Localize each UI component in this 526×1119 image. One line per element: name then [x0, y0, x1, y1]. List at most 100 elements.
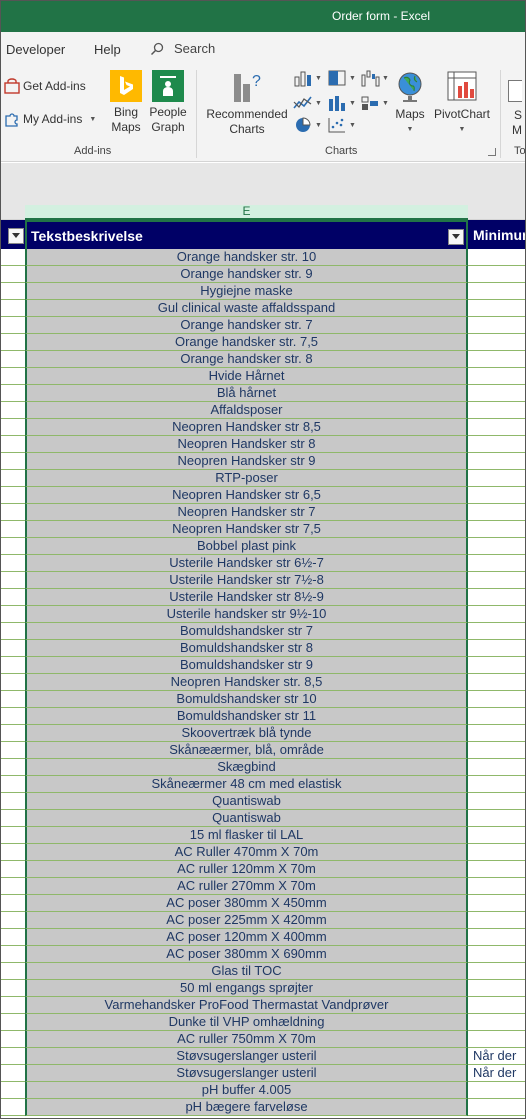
tab-help[interactable]: Help — [94, 42, 121, 57]
cell-minimum[interactable] — [468, 589, 526, 605]
cell-empty[interactable] — [0, 742, 25, 758]
cell-minimum[interactable] — [468, 419, 526, 435]
cell-tekstbeskrivelse[interactable]: Støvsugerslanger usteril — [25, 1065, 468, 1082]
cell-empty[interactable] — [0, 504, 25, 520]
cell-tekstbeskrivelse[interactable]: Orange handsker str. 7 — [25, 317, 468, 334]
cell-minimum[interactable] — [468, 810, 526, 826]
cell-empty[interactable] — [0, 980, 25, 996]
cell-empty[interactable] — [0, 946, 25, 962]
cell-empty[interactable] — [0, 640, 25, 656]
cell-empty[interactable] — [0, 861, 25, 877]
cell-tekstbeskrivelse[interactable]: AC poser 380mm X 690mm — [25, 946, 468, 963]
column-chart-button[interactable]: ▼ — [293, 69, 322, 87]
cell-minimum[interactable] — [468, 504, 526, 520]
tab-developer[interactable]: Developer — [6, 42, 65, 57]
header-tekstbeskrivelse[interactable]: Tekstbeskrivelse — [25, 220, 468, 249]
cell-minimum[interactable] — [468, 249, 526, 265]
cell-tekstbeskrivelse[interactable]: Gul clinical waste affaldsspand — [25, 300, 468, 317]
cell-minimum[interactable] — [468, 470, 526, 486]
cell-empty[interactable] — [0, 589, 25, 605]
cell-tekstbeskrivelse[interactable]: Neopren Handsker str 7,5 — [25, 521, 468, 538]
line-chart-button[interactable]: ▼ — [293, 94, 322, 112]
cell-minimum[interactable] — [468, 385, 526, 401]
cell-tekstbeskrivelse[interactable]: RTP-poser — [25, 470, 468, 487]
cell-minimum[interactable] — [468, 844, 526, 860]
cell-empty[interactable] — [0, 283, 25, 299]
cell-minimum[interactable] — [468, 895, 526, 911]
cell-tekstbeskrivelse[interactable]: Usterile Handsker str 7½-8 — [25, 572, 468, 589]
cell-tekstbeskrivelse[interactable]: Hvide Hårnet — [25, 368, 468, 385]
cell-tekstbeskrivelse[interactable]: Skoovertræk blå tynde — [25, 725, 468, 742]
cell-minimum[interactable] — [468, 708, 526, 724]
cell-minimum[interactable] — [468, 606, 526, 622]
filter-dropdown-button[interactable] — [448, 229, 464, 245]
cell-empty[interactable] — [0, 538, 25, 554]
cell-empty[interactable] — [0, 266, 25, 282]
cell-empty[interactable] — [0, 912, 25, 928]
cell-minimum[interactable] — [468, 1014, 526, 1030]
cell-empty[interactable] — [0, 844, 25, 860]
cell-minimum[interactable] — [468, 555, 526, 571]
cell-empty[interactable] — [0, 555, 25, 571]
cell-tekstbeskrivelse[interactable]: AC poser 120mm X 400mm — [25, 929, 468, 946]
cell-tekstbeskrivelse[interactable]: Glas til TOC — [25, 963, 468, 980]
cell-tekstbeskrivelse[interactable]: AC poser 225mm X 420mm — [25, 912, 468, 929]
cell-empty[interactable] — [0, 878, 25, 894]
cell-minimum[interactable] — [468, 453, 526, 469]
statistic-chart-button[interactable]: ▼ — [327, 94, 356, 112]
cell-tekstbeskrivelse[interactable]: Støvsugerslanger usteril — [25, 1048, 468, 1065]
cell-empty[interactable] — [0, 1082, 25, 1098]
hierarchy-chart-button[interactable]: ▼ — [327, 69, 356, 87]
cell-empty[interactable] — [0, 334, 25, 350]
cell-minimum[interactable] — [468, 997, 526, 1013]
cell-tekstbeskrivelse[interactable]: Usterile handsker str 9½-10 — [25, 606, 468, 623]
cell-empty[interactable] — [0, 623, 25, 639]
cell-minimum[interactable]: Når der — [468, 1048, 526, 1064]
cell-minimum[interactable] — [468, 759, 526, 775]
cell-empty[interactable] — [0, 402, 25, 418]
waterfall-chart-button[interactable]: ▼ — [360, 69, 389, 87]
cell-empty[interactable] — [0, 1065, 25, 1081]
column-header-e[interactable]: E — [25, 205, 468, 220]
my-addins-button[interactable]: My Add-ins ▼ — [4, 111, 96, 127]
cell-tekstbeskrivelse[interactable]: Orange handsker str. 10 — [25, 249, 468, 266]
cell-tekstbeskrivelse[interactable]: Bomuldshandsker str 7 — [25, 623, 468, 640]
cell-minimum[interactable] — [468, 283, 526, 299]
cell-empty[interactable] — [0, 606, 25, 622]
cell-minimum[interactable] — [468, 793, 526, 809]
cell-tekstbeskrivelse[interactable]: AC ruller 750mm X 70m — [25, 1031, 468, 1048]
cell-tekstbeskrivelse[interactable]: Orange handsker str. 8 — [25, 351, 468, 368]
recommended-charts-button[interactable]: ? Recommended Charts — [204, 70, 290, 137]
next-group-partial-button[interactable]: S M — [508, 80, 526, 138]
cell-empty[interactable] — [0, 759, 25, 775]
cell-tekstbeskrivelse[interactable]: Orange handsker str. 9 — [25, 266, 468, 283]
cell-minimum[interactable] — [468, 402, 526, 418]
cell-tekstbeskrivelse[interactable]: Neopren Handsker str 8 — [25, 436, 468, 453]
cell-tekstbeskrivelse[interactable]: Skånæærmer, blå, område — [25, 742, 468, 759]
pivotchart-button[interactable]: PivotChart ▼ — [432, 70, 492, 137]
cell-tekstbeskrivelse[interactable]: 15 ml flasker til LAL — [25, 827, 468, 844]
pie-chart-button[interactable]: ▼ — [293, 116, 322, 134]
cell-empty[interactable] — [0, 691, 25, 707]
cell-empty[interactable] — [0, 674, 25, 690]
cell-minimum[interactable] — [468, 317, 526, 333]
cell-tekstbeskrivelse[interactable]: AC ruller 120mm X 70m — [25, 861, 468, 878]
cell-empty[interactable] — [0, 895, 25, 911]
cell-empty[interactable] — [0, 1031, 25, 1047]
cell-empty[interactable] — [0, 385, 25, 401]
cell-empty[interactable] — [0, 521, 25, 537]
cell-minimum[interactable] — [468, 691, 526, 707]
cell-minimum[interactable] — [468, 776, 526, 792]
cell-minimum[interactable] — [468, 657, 526, 673]
cell-minimum[interactable] — [468, 742, 526, 758]
cell-tekstbeskrivelse[interactable]: Dunke til VHP omhældning — [25, 1014, 468, 1031]
cell-tekstbeskrivelse[interactable]: AC poser 380mm X 450mm — [25, 895, 468, 912]
cell-tekstbeskrivelse[interactable]: Bomuldshandsker str 9 — [25, 657, 468, 674]
cell-tekstbeskrivelse[interactable]: Skægbind — [25, 759, 468, 776]
cell-minimum[interactable] — [468, 725, 526, 741]
cell-minimum[interactable] — [468, 487, 526, 503]
cell-minimum[interactable] — [468, 334, 526, 350]
cell-minimum[interactable] — [468, 266, 526, 282]
cell-minimum[interactable] — [468, 623, 526, 639]
cell-tekstbeskrivelse[interactable]: Quantiswab — [25, 793, 468, 810]
